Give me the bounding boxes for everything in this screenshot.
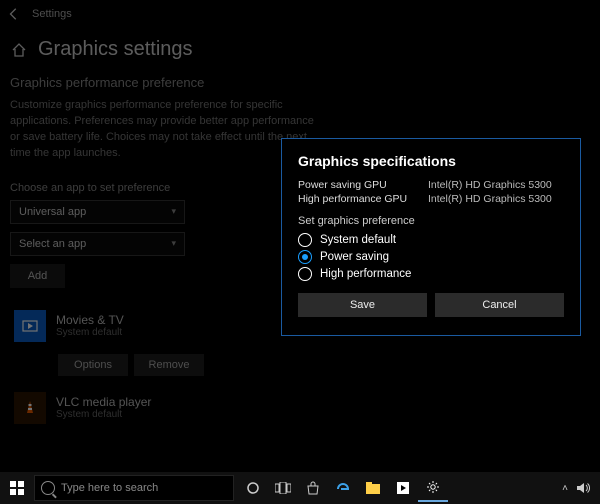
app-pref: System default [56,327,124,338]
task-view-icon[interactable] [268,474,298,502]
select-app-value: Select an app [19,238,86,250]
chevron-down-icon: ▾ [171,238,176,249]
app-type-select[interactable]: Universal app ▾ [10,200,185,224]
tray-chevron-icon[interactable]: ˄ [562,483,568,494]
search-icon [41,481,55,495]
vlc-icon [14,392,46,424]
add-button[interactable]: Add [10,264,65,288]
radio-system-default[interactable]: System default [298,233,564,247]
select-app-select[interactable]: Select an app ▾ [10,232,185,256]
radio-icon [298,250,312,264]
app-name: VLC media player [56,395,151,409]
section-desc: Customize graphics performance preferenc… [10,98,320,162]
taskbar-app-explorer[interactable] [358,474,388,502]
app-row[interactable]: VLC media player System default [10,386,590,430]
gpu-row: Power saving GPU Intel(R) HD Graphics 53… [298,179,564,191]
volume-icon[interactable] [576,482,590,494]
remove-button[interactable]: Remove [134,354,204,376]
gpu-row: High performance GPU Intel(R) HD Graphic… [298,193,564,205]
app-name: Movies & TV [56,313,124,327]
save-button[interactable]: Save [298,293,427,317]
options-button[interactable]: Options [58,354,128,376]
section-subhead: Graphics performance preference [10,75,590,90]
cancel-button[interactable]: Cancel [435,293,564,317]
taskbar-search[interactable]: Type here to search [34,475,234,501]
chevron-down-icon: ▾ [171,206,176,217]
dialog-title: Graphics specifications [298,153,564,169]
taskbar-app-settings[interactable] [418,474,448,502]
movies-tv-icon [14,310,46,342]
cortana-icon[interactable] [238,474,268,502]
home-icon[interactable] [10,41,28,59]
radio-high-performance[interactable]: High performance [298,267,564,281]
back-button[interactable] [4,4,24,24]
taskbar-app-edge[interactable] [328,474,358,502]
radio-icon [298,233,312,247]
taskbar-app-video[interactable] [388,474,418,502]
graphics-spec-dialog: Graphics specifications Power saving GPU… [281,138,581,336]
taskbar: Type here to search ˄ [0,472,600,504]
radio-power-saving[interactable]: Power saving [298,250,564,264]
app-pref: System default [56,409,151,420]
search-placeholder: Type here to search [61,482,158,494]
app-type-value: Universal app [19,206,86,218]
start-button[interactable] [4,475,30,501]
window-title: Settings [32,8,72,20]
radio-icon [298,267,312,281]
system-tray[interactable]: ˄ [556,482,596,494]
taskbar-app-store[interactable] [298,474,328,502]
dialog-sublabel: Set graphics preference [298,215,564,227]
page-title: Graphics settings [38,38,193,61]
